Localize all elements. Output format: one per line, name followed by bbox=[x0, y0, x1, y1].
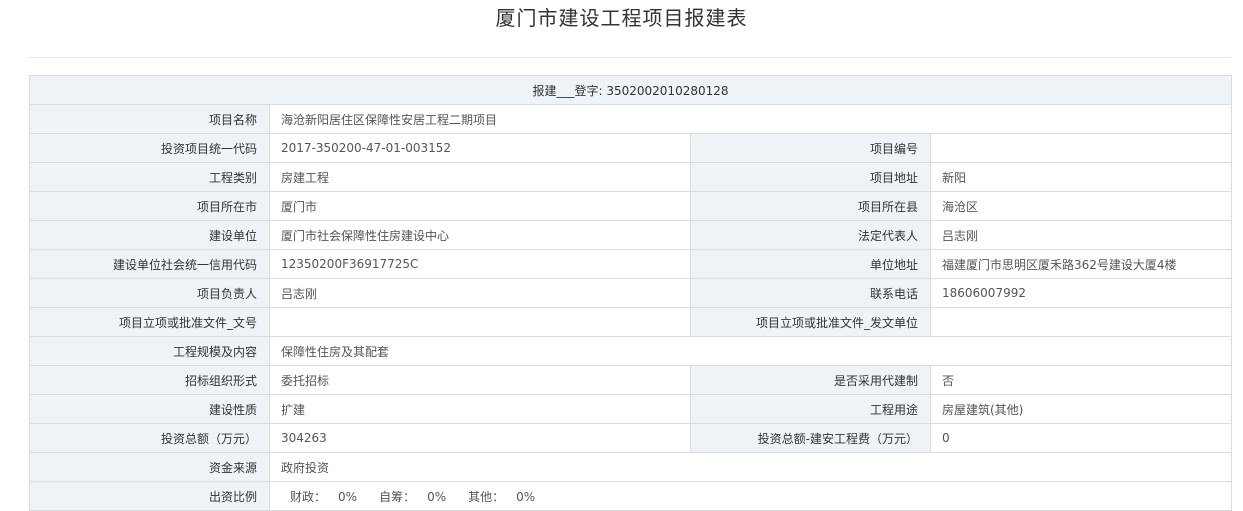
project-registration-table: 报建___登字: 3502002010280128 项目名称 海沧新阳居住区保障… bbox=[28, 75, 1233, 511]
agent-construction-label: 是否采用代建制 bbox=[690, 365, 931, 395]
project-leader-label: 项目负责人 bbox=[29, 278, 270, 308]
table-row: 项目所在市 厦门市 项目所在县 海沧区 bbox=[29, 191, 1233, 221]
unit-address-label: 单位地址 bbox=[690, 249, 931, 279]
project-use-label: 工程用途 bbox=[690, 394, 931, 424]
title-divider bbox=[28, 57, 1231, 58]
table-header-row: 报建___登字: 3502002010280128 bbox=[28, 75, 1233, 105]
project-county-value: 海沧区 bbox=[929, 191, 1233, 221]
construction-unit-label: 建设单位 bbox=[29, 220, 270, 250]
unit-address-value: 福建厦门市思明区厦禾路362号建设大厦4楼 bbox=[929, 249, 1233, 279]
approval-doc-issuer-label: 项目立项或批准文件_发文单位 bbox=[690, 307, 931, 337]
project-county-label: 项目所在县 bbox=[690, 191, 931, 221]
legal-rep-label: 法定代表人 bbox=[690, 220, 931, 250]
table-row: 项目名称 海沧新阳居住区保障性安居工程二期项目 bbox=[29, 104, 1233, 134]
table-row: 项目负责人 吕志刚 联系电话 18606007992 bbox=[29, 278, 1233, 308]
investment-code-label: 投资项目统一代码 bbox=[29, 133, 270, 163]
legal-rep-value: 吕志刚 bbox=[929, 220, 1233, 250]
construction-unit-value: 厦门市社会保障性住房建设中心 bbox=[269, 220, 691, 250]
table-row: 建设单位 厦门市社会保障性住房建设中心 法定代表人 吕志刚 bbox=[29, 220, 1233, 250]
total-investment-label: 投资总额（万元） bbox=[29, 423, 270, 453]
phone-value: 18606007992 bbox=[929, 278, 1233, 308]
project-name-value: 海沧新阳居住区保障性安居工程二期项目 bbox=[268, 104, 1233, 134]
project-use-value: 房屋建筑(其他) bbox=[929, 394, 1233, 424]
phone-label: 联系电话 bbox=[690, 278, 931, 308]
funding-ratio-other-label: 其他： bbox=[468, 489, 505, 504]
registration-number: 报建___登字: 3502002010280128 bbox=[28, 75, 1233, 105]
table-row: 投资项目统一代码 2017-350200-47-01-003152 项目编号 bbox=[29, 133, 1233, 163]
approval-doc-no-label: 项目立项或批准文件_文号 bbox=[29, 307, 270, 337]
table-row: 出资比例 财政： 0% 自筹： 0% 其他： 0% bbox=[29, 481, 1233, 511]
project-category-label: 工程类别 bbox=[29, 162, 270, 192]
project-address-value: 新阳 bbox=[929, 162, 1233, 192]
funding-ratio-finance-label: 财政： bbox=[290, 489, 327, 504]
funding-ratio-self-value: 0% bbox=[427, 489, 447, 504]
fund-source-label: 资金来源 bbox=[29, 452, 270, 482]
investment-code-value: 2017-350200-47-01-003152 bbox=[269, 133, 691, 163]
project-city-label: 项目所在市 bbox=[29, 191, 270, 221]
tender-form-value: 委托招标 bbox=[269, 365, 691, 395]
funding-ratio-self-label: 自筹： bbox=[379, 489, 416, 504]
project-number-label: 项目编号 bbox=[690, 133, 931, 163]
credit-code-label: 建设单位社会统一信用代码 bbox=[29, 249, 270, 279]
project-category-value: 房建工程 bbox=[269, 162, 691, 192]
project-name-label: 项目名称 bbox=[29, 104, 270, 134]
total-investment-value: 304263 bbox=[269, 423, 691, 453]
construction-cost-value: 0 bbox=[929, 423, 1233, 453]
scale-content-value: 保障性住房及其配套 bbox=[268, 336, 1233, 366]
construction-nature-label: 建设性质 bbox=[29, 394, 270, 424]
approval-doc-issuer-value bbox=[929, 307, 1233, 337]
scale-content-label: 工程规模及内容 bbox=[29, 336, 270, 366]
tender-form-label: 招标组织形式 bbox=[29, 365, 270, 395]
table-row: 招标组织形式 委托招标 是否采用代建制 否 bbox=[29, 365, 1233, 395]
agent-construction-value: 否 bbox=[929, 365, 1233, 395]
funding-ratio-label: 出资比例 bbox=[29, 481, 270, 511]
funding-ratio-other-value: 0% bbox=[516, 489, 536, 504]
project-number-value bbox=[929, 133, 1233, 163]
funding-ratio-finance: 财政： 0% bbox=[290, 488, 357, 505]
funding-ratio-finance-value: 0% bbox=[338, 489, 358, 504]
table-row: 投资总额（万元） 304263 投资总额-建安工程费（万元） 0 bbox=[29, 423, 1233, 453]
table-row: 建设性质 扩建 工程用途 房屋建筑(其他) bbox=[29, 394, 1233, 424]
construction-nature-value: 扩建 bbox=[269, 394, 691, 424]
fund-source-value: 政府投资 bbox=[268, 452, 1233, 482]
funding-ratio-self: 自筹： 0% bbox=[379, 488, 446, 505]
table-row: 资金来源 政府投资 bbox=[29, 452, 1233, 482]
table-row: 工程类别 房建工程 项目地址 新阳 bbox=[29, 162, 1233, 192]
credit-code-value: 12350200F36917725C bbox=[269, 249, 691, 279]
funding-ratio-value: 财政： 0% 自筹： 0% 其他： 0% bbox=[268, 481, 1233, 511]
project-city-value: 厦门市 bbox=[269, 191, 691, 221]
project-leader-value: 吕志刚 bbox=[269, 278, 691, 308]
project-address-label: 项目地址 bbox=[690, 162, 931, 192]
table-row: 工程规模及内容 保障性住房及其配套 bbox=[29, 336, 1233, 366]
page-title: 厦门市建设工程项目报建表 bbox=[495, 6, 748, 30]
table-row: 建设单位社会统一信用代码 12350200F36917725C 单位地址 福建厦… bbox=[29, 249, 1233, 279]
construction-cost-label: 投资总额-建安工程费（万元） bbox=[690, 423, 931, 453]
funding-ratio-other: 其他： 0% bbox=[468, 488, 535, 505]
approval-doc-no-value bbox=[269, 307, 691, 337]
table-row: 项目立项或批准文件_文号 项目立项或批准文件_发文单位 bbox=[29, 307, 1233, 337]
